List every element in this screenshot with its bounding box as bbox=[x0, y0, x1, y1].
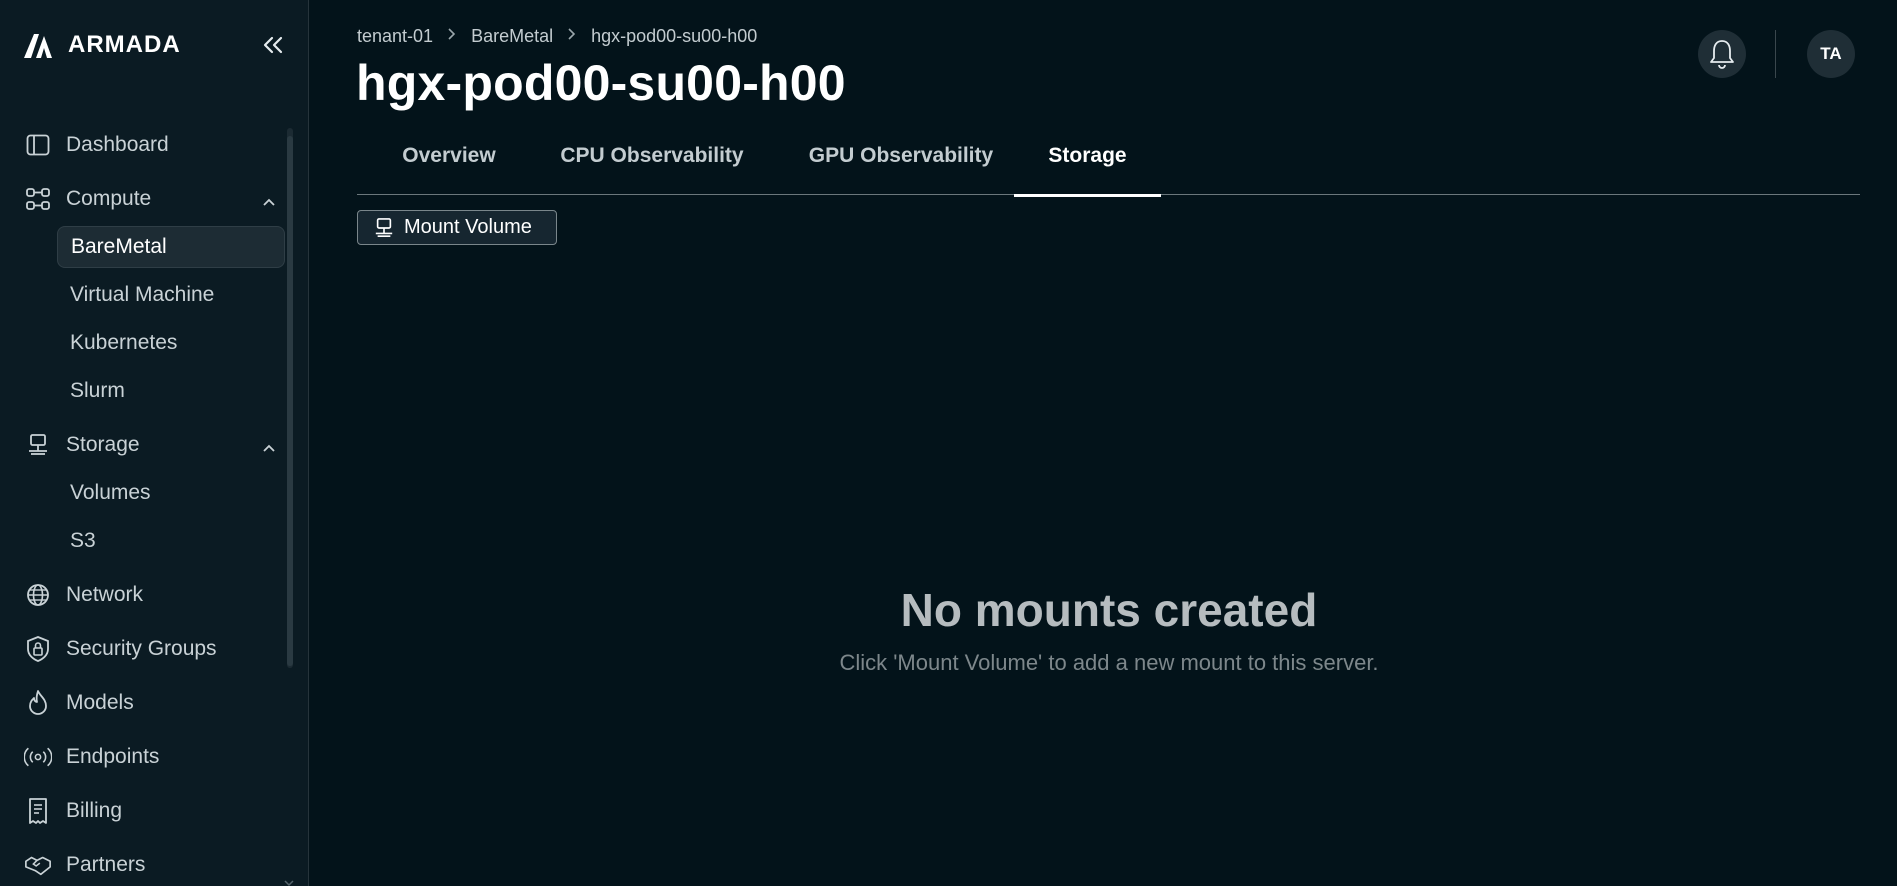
empty-state-subtitle: Click 'Mount Volume' to add a new mount … bbox=[839, 650, 1379, 675]
header-divider bbox=[1775, 30, 1776, 78]
sidebar-item-compute[interactable]: Compute bbox=[24, 179, 286, 219]
sidebar-item-label: Dashboard bbox=[66, 133, 169, 156]
sidebar-item-billing[interactable]: Billing bbox=[24, 791, 286, 831]
sidebar-item-network[interactable]: Network bbox=[24, 575, 286, 615]
chevron-up-icon bbox=[262, 189, 276, 213]
broadcast-icon bbox=[24, 743, 52, 771]
sidebar-item-label: Security Groups bbox=[66, 637, 217, 660]
empty-state-title: No mounts created bbox=[900, 584, 1318, 636]
sidebar-scrollbar-thumb[interactable] bbox=[287, 136, 293, 666]
tab-bar: Overview CPU Observability GPU Observabi… bbox=[357, 128, 1860, 197]
sidebar-item-endpoints[interactable]: Endpoints bbox=[24, 737, 286, 777]
sidebar-item-partners[interactable]: Partners bbox=[24, 845, 286, 885]
breadcrumb-item-tenant[interactable]: tenant-01 bbox=[357, 26, 433, 47]
sidebar-item-label: Storage bbox=[66, 433, 140, 456]
page-title: hgx-pod00-su00-h00 bbox=[356, 55, 846, 111]
tab-storage[interactable]: Storage bbox=[1014, 128, 1161, 197]
mount-volume-label: Mount Volume bbox=[404, 216, 532, 238]
breadcrumb-item-baremetal[interactable]: BareMetal bbox=[471, 26, 553, 47]
chevron-up-icon bbox=[262, 435, 276, 459]
sidebar-item-virtual-machine[interactable]: Virtual Machine bbox=[57, 274, 285, 316]
sidebar-item-baremetal[interactable]: BareMetal bbox=[57, 226, 285, 268]
handshake-icon bbox=[24, 851, 52, 879]
notifications-button[interactable] bbox=[1698, 30, 1746, 78]
sidebar-item-security-groups[interactable]: Security Groups bbox=[24, 629, 286, 669]
bell-icon bbox=[1710, 40, 1734, 69]
armada-logo[interactable]: ARMADA bbox=[22, 30, 181, 60]
compute-icon bbox=[24, 185, 52, 213]
sidebar-item-slurm[interactable]: Slurm bbox=[57, 370, 285, 412]
sidebar-item-dashboard[interactable]: Dashboard bbox=[24, 125, 286, 165]
sidebar-item-label: Partners bbox=[66, 853, 146, 876]
brand-name: ARMADA bbox=[68, 31, 181, 58]
avatar[interactable]: TA bbox=[1807, 30, 1855, 78]
receipt-icon bbox=[24, 797, 52, 825]
sidebar-item-kubernetes[interactable]: Kubernetes bbox=[57, 322, 285, 364]
storage-icon bbox=[375, 217, 393, 237]
double-chevron-left-icon bbox=[263, 36, 283, 54]
armada-logo-icon bbox=[22, 30, 60, 60]
sidebar-item-label: Compute bbox=[66, 187, 152, 210]
sidebar-item-storage[interactable]: Storage bbox=[24, 425, 286, 465]
flame-icon bbox=[24, 689, 52, 717]
breadcrumb: tenant-01 BareMetal hgx-pod00-su00-h00 bbox=[357, 26, 757, 47]
chevron-right-icon bbox=[447, 27, 457, 46]
tab-cpu-observability[interactable]: CPU Observability bbox=[557, 128, 747, 195]
lock-icon bbox=[24, 635, 52, 663]
tab-gpu-observability[interactable]: GPU Observability bbox=[801, 128, 1001, 195]
globe-icon bbox=[24, 581, 52, 609]
sidebar-item-label: Endpoints bbox=[66, 745, 160, 768]
sidebar-item-label: Models bbox=[66, 691, 134, 714]
chevron-right-icon bbox=[567, 27, 577, 46]
mount-volume-button[interactable]: Mount Volume bbox=[357, 210, 557, 245]
tab-overview[interactable]: Overview bbox=[394, 128, 504, 195]
scroll-down-arrow-icon[interactable] bbox=[284, 874, 294, 886]
sidebar-item-label: Billing bbox=[66, 799, 123, 822]
breadcrumb-item-current: hgx-pod00-su00-h00 bbox=[591, 26, 758, 46]
sidebar-item-s3[interactable]: S3 bbox=[57, 520, 285, 562]
dashboard-icon bbox=[24, 131, 52, 159]
sidebar: ARMADA Dashboard Compute BareMetal Virtu… bbox=[0, 0, 309, 886]
sidebar-item-label: Network bbox=[66, 583, 144, 606]
storage-icon bbox=[24, 431, 52, 459]
sidebar-item-models[interactable]: Models bbox=[24, 683, 286, 723]
collapse-sidebar-button[interactable] bbox=[258, 30, 288, 60]
sidebar-item-volumes[interactable]: Volumes bbox=[57, 472, 285, 514]
